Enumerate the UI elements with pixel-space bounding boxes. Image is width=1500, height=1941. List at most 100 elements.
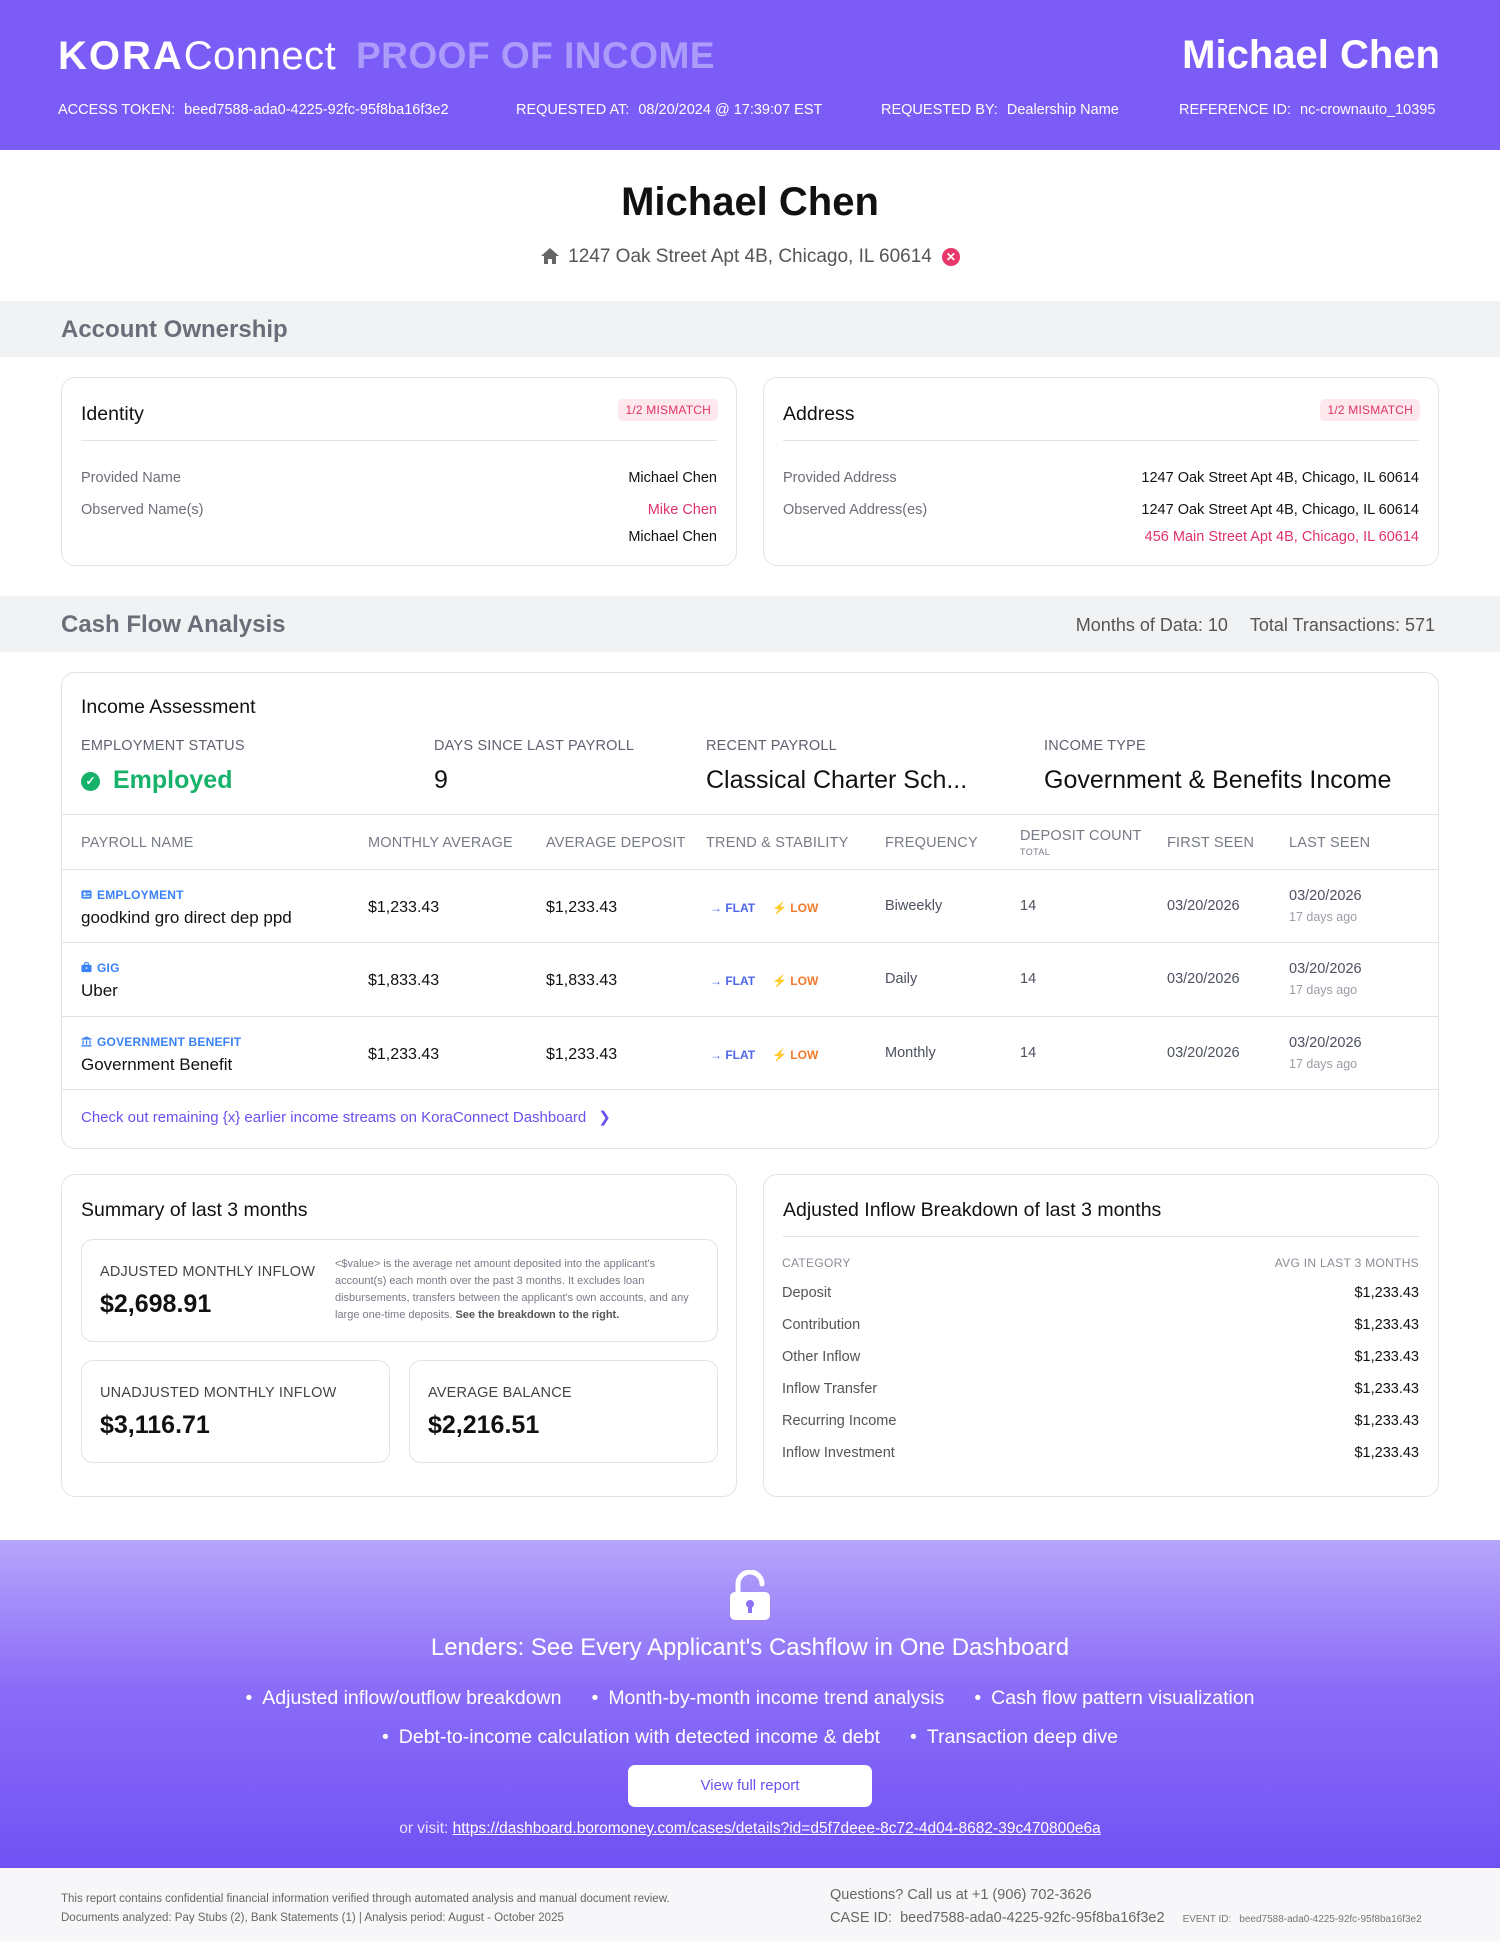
income-type-tag: GIG bbox=[81, 961, 120, 975]
stability-low: ⚡ LOW bbox=[772, 1048, 819, 1062]
arrow-right-icon: → bbox=[710, 974, 726, 988]
observed-name-match: Michael Chen bbox=[628, 529, 717, 545]
col-deposit-count: DEPOSIT COUNT TOTAL bbox=[1020, 828, 1142, 857]
reference-id: REFERENCE ID: nc-crownauto_10395 bbox=[1179, 102, 1436, 118]
case-id: CASE ID: beed7588-ada0-4225-92fc-95f8ba1… bbox=[830, 1910, 1422, 1926]
card-title: Adjusted Inflow Breakdown of last 3 mont… bbox=[783, 1199, 1162, 1221]
table-divider bbox=[62, 1089, 1438, 1090]
category-label: Inflow Investment bbox=[782, 1445, 895, 1461]
card-title: Summary of last 3 months bbox=[81, 1199, 308, 1221]
account-ownership-bar: Account Ownership bbox=[0, 301, 1500, 357]
category-value: $1,233.43 bbox=[1354, 1285, 1419, 1301]
average-deposit: $1,833.43 bbox=[546, 972, 618, 989]
cash-flow-stats: Months of Data: 10 Total Transactions: 57… bbox=[1054, 615, 1435, 636]
feature-bullet: Month-by-month income trend analysis bbox=[591, 1687, 944, 1709]
adjusted-inflow-value: $2,698.91 bbox=[100, 1290, 212, 1318]
provided-address-label: Provided Address bbox=[783, 470, 897, 486]
support-phone: Questions? Call us at +1 (906) 702-3626 bbox=[830, 1887, 1092, 1903]
monthly-average: $1,833.43 bbox=[368, 972, 440, 989]
average-deposit: $1,233.43 bbox=[546, 1046, 618, 1063]
mismatch-badge: 1/2 MISMATCH bbox=[618, 399, 718, 421]
days-since-payroll-label: DAYS SINCE LAST PAYROLL bbox=[434, 738, 635, 754]
income-type-label: INCOME TYPE bbox=[1044, 738, 1146, 754]
average-balance-value: $2,216.51 bbox=[428, 1411, 540, 1439]
phone-number[interactable]: +1 (906) 702-3626 bbox=[972, 1887, 1092, 1903]
section-title: Account Ownership bbox=[61, 316, 288, 343]
table-divider bbox=[62, 942, 1438, 943]
col-last-seen: LAST SEEN bbox=[1289, 835, 1371, 851]
income-type: Government & Benefits Income bbox=[1044, 766, 1392, 794]
feature-bullet: Transaction deep dive bbox=[910, 1726, 1118, 1748]
event-id: EVENT ID: beed7588-ada0-4225-92fc-95f8ba1… bbox=[1182, 1914, 1422, 1925]
category-value: $1,233.43 bbox=[1354, 1413, 1419, 1429]
divider bbox=[783, 440, 1419, 441]
section-title: Cash Flow Analysis bbox=[61, 611, 286, 638]
category-label: Recurring Income bbox=[782, 1413, 897, 1429]
contact-info: Questions? Call us at +1 (906) 702-3626 … bbox=[830, 1884, 1422, 1931]
category-label: Contribution bbox=[782, 1317, 861, 1333]
category-label: Deposit bbox=[782, 1285, 832, 1301]
observed-address-match: 1247 Oak Street Apt 4B, Chicago, IL 6061… bbox=[1141, 502, 1419, 518]
provided-address-value: 1247 Oak Street Apt 4B, Chicago, IL 6061… bbox=[1141, 470, 1419, 486]
deposit-count: 14 bbox=[1020, 1045, 1037, 1061]
dashboard-link[interactable]: https://dashboard.boromoney.com/cases/de… bbox=[453, 1820, 1101, 1837]
observed-name-mismatch: Mike Chen bbox=[647, 502, 717, 518]
feature-bullet: Cash flow pattern visualization bbox=[974, 1687, 1254, 1709]
trend-flat: → FLAT bbox=[710, 1048, 756, 1062]
col-average-deposit: AVERAGE DEPOSIT bbox=[546, 835, 686, 851]
income-type-tag: EMPLOYMENT bbox=[81, 888, 184, 902]
income-type-tag: GOVERNMENT BENEFIT bbox=[81, 1035, 241, 1049]
adjusted-inflow-label: ADJUSTED MONTHLY INFLOW bbox=[100, 1264, 316, 1280]
cash-flow-bar: Cash Flow Analysis Months of Data: 10 Tot… bbox=[0, 596, 1500, 652]
identity-card: Identity 1/2 MISMATCH Provided Name Mich… bbox=[61, 377, 737, 566]
average-balance-label: AVERAGE BALANCE bbox=[428, 1385, 572, 1401]
first-seen: 03/20/2026 bbox=[1167, 971, 1240, 987]
first-seen: 03/20/2026 bbox=[1167, 1045, 1240, 1061]
category-value: $1,233.43 bbox=[1354, 1445, 1419, 1461]
recent-payroll-label: RECENT PAYROLL bbox=[706, 738, 837, 754]
table-divider bbox=[62, 814, 1438, 815]
trend-flat: → FLAT bbox=[710, 974, 756, 988]
trend-flat: → FLAT bbox=[710, 901, 756, 915]
average-balance-box: AVERAGE BALANCE $2,216.51 bbox=[409, 1360, 718, 1463]
bolt-icon: ⚡ bbox=[772, 901, 791, 915]
table-divider bbox=[62, 1016, 1438, 1017]
bank-icon bbox=[81, 1036, 92, 1047]
divider bbox=[81, 440, 717, 441]
avg-header: AVG IN LAST 3 MONTHS bbox=[1274, 1256, 1419, 1270]
provided-name-label: Provided Name bbox=[81, 470, 181, 486]
bolt-icon: ⚡ bbox=[772, 1048, 791, 1062]
category-value: $1,233.43 bbox=[1354, 1349, 1419, 1365]
employment-status-label: EMPLOYMENT STATUS bbox=[81, 738, 245, 754]
summary-card: Summary of last 3 months ADJUSTED MONTHL… bbox=[61, 1174, 737, 1497]
employment-status: ✓ Employed bbox=[81, 766, 232, 795]
close-circle-icon: ✕ bbox=[941, 248, 960, 266]
report-header: KORAConnect PROOF OF INCOME Michael Chen… bbox=[0, 0, 1500, 150]
category-value: $1,233.43 bbox=[1354, 1381, 1419, 1397]
card-title: Address bbox=[783, 403, 855, 425]
header-applicant-name: Michael Chen bbox=[1182, 33, 1440, 77]
stability-low: ⚡ LOW bbox=[772, 901, 819, 915]
total-transactions: Total Transactions: 571 bbox=[1249, 615, 1435, 635]
unadjusted-inflow-label: UNADJUSTED MONTHLY INFLOW bbox=[100, 1385, 337, 1401]
observed-address-mismatch: 456 Main Street Apt 4B, Chicago, IL 6061… bbox=[1144, 529, 1419, 545]
frequency: Daily bbox=[885, 971, 918, 987]
feature-bullet: Debt-to-income calculation with detected… bbox=[382, 1726, 880, 1748]
stream-name: Uber bbox=[81, 981, 118, 1000]
deposit-count: 14 bbox=[1020, 971, 1037, 987]
last-seen: 03/20/2026 17 days ago bbox=[1289, 961, 1362, 997]
view-full-report-button[interactable]: View full report bbox=[628, 1765, 872, 1807]
monthly-average: $1,233.43 bbox=[368, 899, 440, 916]
promo-title: Lenders: See Every Applicant's Cashflow … bbox=[430, 1634, 1070, 1661]
category-header: CATEGORY bbox=[782, 1256, 851, 1270]
id-card-icon bbox=[81, 890, 92, 899]
report-footer: This report contains confidential financ… bbox=[0, 1868, 1500, 1941]
average-deposit: $1,233.43 bbox=[546, 899, 618, 916]
observed-addresses-label: Observed Address(es) bbox=[783, 502, 928, 518]
table-divider bbox=[62, 869, 1438, 870]
adjusted-inflow-note: <$value> is the average net amount depos… bbox=[335, 1258, 689, 1321]
col-payroll-name: PAYROLL NAME bbox=[81, 835, 194, 851]
more-income-streams-link[interactable]: Check out remaining {x} earlier income s… bbox=[81, 1108, 611, 1126]
dashboard-url: or visit: https://dashboard.boromoney.co… bbox=[399, 1820, 1101, 1837]
disclaimer: This report contains confidential financ… bbox=[61, 1893, 670, 1924]
